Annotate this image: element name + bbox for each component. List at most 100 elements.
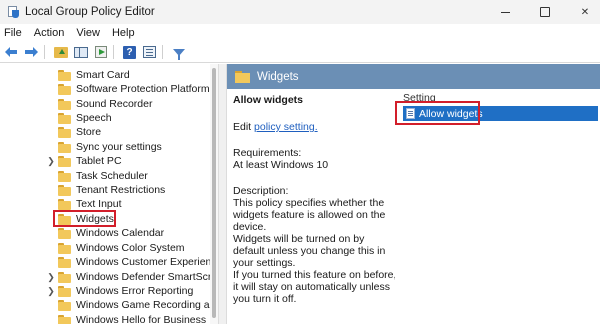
tree-item[interactable]: Windows Calendar (0, 226, 218, 241)
tree-item[interactable]: ❯ Windows Error Reporting (0, 284, 218, 299)
folder-icon (58, 84, 71, 95)
tree-item[interactable]: ❯ Tablet PC (0, 154, 218, 169)
show-hide-console-tree-button[interactable] (72, 45, 89, 60)
toolbar-separator (162, 45, 163, 59)
folder-icon (58, 70, 71, 81)
properties-icon (143, 46, 156, 58)
back-button[interactable] (3, 45, 20, 60)
maximize-button[interactable] (530, 0, 560, 24)
tree-item-label: Windows Error Reporting (76, 285, 194, 297)
edit-policy-line: Edit policy setting. (233, 121, 395, 133)
folder-icon (58, 300, 71, 311)
tree-item[interactable]: Store (0, 125, 218, 140)
help-icon: ? (123, 45, 136, 59)
tree-item-label: Speech (76, 112, 112, 124)
folder-up-icon (53, 46, 68, 58)
tree-item[interactable]: Software Protection Platform (0, 82, 218, 97)
toolbar-separator (44, 45, 45, 59)
policy-title: Allow widgets (233, 94, 304, 106)
forward-arrow-icon (25, 47, 38, 57)
folder-icon (58, 272, 71, 283)
tree-item-label: Smart Card (76, 69, 130, 81)
folder-icon (58, 156, 71, 167)
forward-button[interactable] (23, 45, 40, 60)
folder-icon (58, 113, 71, 124)
allow-widgets-highlight-box (395, 101, 480, 125)
folder-icon (58, 171, 71, 182)
menu-action[interactable]: Action (28, 27, 71, 39)
close-button[interactable] (570, 0, 600, 24)
tree-item[interactable]: Task Scheduler (0, 169, 218, 184)
help-button[interactable]: ? (121, 45, 138, 60)
back-arrow-icon (5, 47, 18, 57)
details-pane: Widgets Allow widgets Edit policy settin… (227, 64, 600, 324)
folder-icon (58, 142, 71, 153)
export-list-icon (94, 46, 107, 58)
window-title: Local Group Policy Editor (25, 6, 155, 18)
title-bar: Local Group Policy Editor (0, 0, 600, 24)
tree-item-label: Windows Game Recording and B (76, 299, 218, 311)
details-header: Widgets (227, 64, 600, 89)
settings-list: Setting Allow widgets (395, 89, 600, 324)
properties-button[interactable] (141, 45, 158, 60)
scrollbar-thumb[interactable] (212, 68, 216, 318)
chevron-right-icon[interactable]: ❯ (47, 284, 55, 299)
tree-scrollbar[interactable] (210, 64, 218, 324)
tree-item[interactable]: ❯ Windows Defender SmartScreen (0, 270, 218, 285)
tree-item[interactable]: Speech (0, 111, 218, 126)
tree-item[interactable]: Sound Recorder (0, 97, 218, 112)
tree-item[interactable]: Sync your settings (0, 140, 218, 155)
console-tree: Smart Card Software Protection Platform … (0, 64, 218, 324)
description-label: Description: (233, 185, 289, 197)
tree-item[interactable]: Windows Game Recording and B (0, 298, 218, 313)
tree-item[interactable]: Windows Customer Experience Ir (0, 255, 218, 270)
minimize-button[interactable] (490, 0, 520, 24)
menu-view[interactable]: View (70, 27, 106, 39)
up-one-level-button[interactable] (52, 45, 69, 60)
pane-splitter[interactable] (218, 64, 227, 324)
tree-item[interactable]: Tenant Restrictions (0, 183, 218, 198)
requirements-value: At least Windows 10 (233, 159, 329, 171)
requirements-label: Requirements: (233, 147, 302, 159)
tree-item-label: Software Protection Platform (76, 83, 210, 95)
tree-item-label: Tenant Restrictions (76, 184, 166, 196)
tree-item-label: Tablet PC (76, 155, 122, 167)
tree-item-label: Windows Defender SmartScreen (76, 271, 218, 283)
folder-icon (58, 185, 71, 196)
folder-icon (58, 127, 71, 138)
edit-prefix: Edit (233, 121, 252, 133)
group-policy-app-icon (7, 6, 19, 18)
edit-policy-setting-link[interactable]: policy setting. (254, 121, 318, 133)
tree-item-label: Windows Hello for Business (76, 314, 207, 324)
extended-description-panel: Allow widgets Edit policy setting. Requi… (227, 89, 398, 324)
folder-icon (235, 70, 250, 83)
menu-file[interactable]: File (0, 27, 28, 39)
menu-help[interactable]: Help (106, 27, 141, 39)
tree-item-label: Windows Color System (76, 242, 185, 254)
filter-icon (172, 48, 185, 60)
tree-item-label: Sound Recorder (76, 98, 153, 110)
details-header-title: Widgets (257, 70, 299, 83)
filter-button[interactable] (170, 45, 187, 60)
tree-item-label: Store (76, 126, 102, 138)
description-paragraph: This policy specifies whether the widget… (233, 197, 397, 305)
menu-bar: File Action View Help (0, 24, 600, 42)
tree-item[interactable]: Windows Color System (0, 241, 218, 256)
folder-icon (58, 99, 71, 110)
tree-item[interactable]: Smart Card (0, 68, 218, 83)
folder-icon (58, 286, 71, 297)
tree-item-label: Windows Customer Experience Ir (76, 256, 218, 268)
tree-item-label: Task Scheduler (76, 170, 148, 182)
export-list-button[interactable] (92, 45, 109, 60)
folder-icon (58, 228, 71, 239)
widgets-highlight-box (53, 210, 116, 227)
folder-icon (58, 243, 71, 254)
folder-icon (58, 315, 71, 324)
description-text: This policy specifies whether the widget… (233, 197, 398, 305)
tree-item[interactable]: Windows Hello for Business (0, 313, 218, 324)
chevron-right-icon[interactable]: ❯ (47, 154, 55, 169)
console-tree-icon (73, 46, 88, 58)
toolbar: ? (0, 42, 600, 63)
chevron-right-icon[interactable]: ❯ (47, 270, 55, 285)
tree-item-label: Windows Calendar (76, 227, 165, 239)
